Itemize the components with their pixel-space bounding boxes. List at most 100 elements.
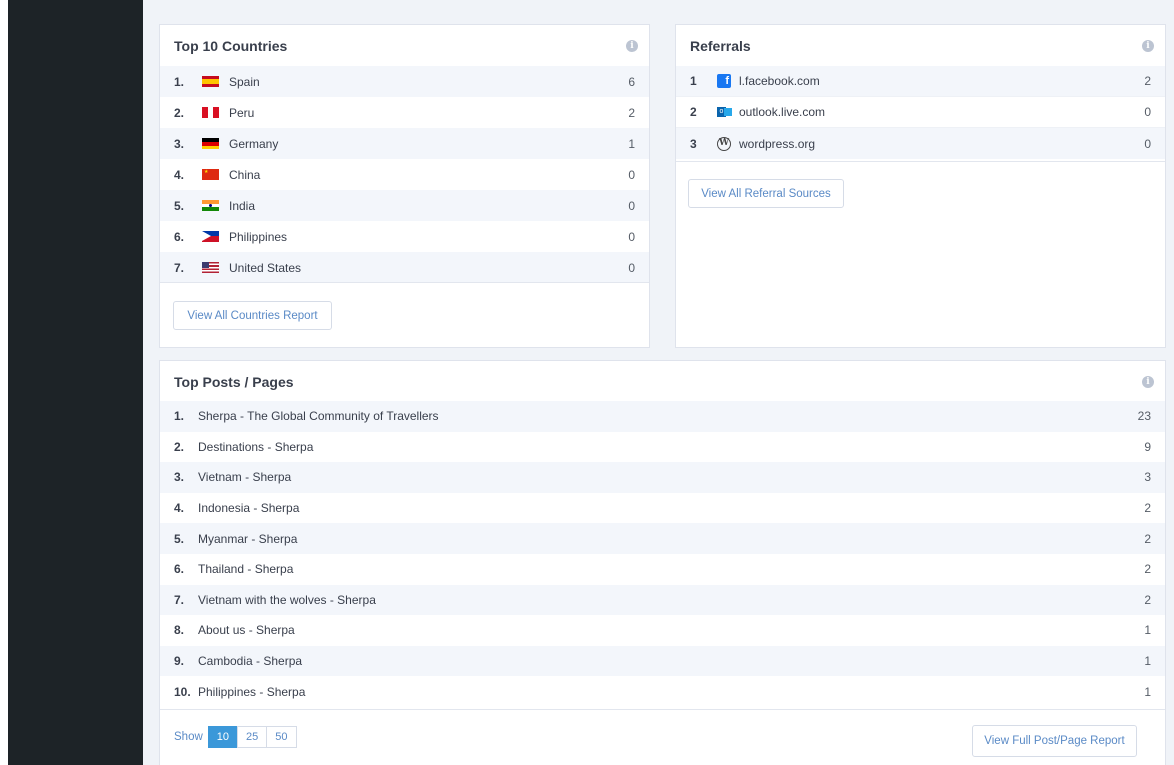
referral-source[interactable]: wordpress.org bbox=[739, 137, 1144, 151]
country-count: 0 bbox=[628, 260, 635, 275]
view-all-referrals-button[interactable]: View All Referral Sources bbox=[688, 179, 844, 208]
wordpress-icon: W bbox=[717, 136, 731, 151]
table-row: 2 o outlook.live.com 0 bbox=[676, 97, 1165, 128]
view-all-countries-button[interactable]: View All Countries Report bbox=[173, 301, 332, 330]
divider bbox=[160, 709, 1165, 710]
table-row: 8. About us - Sherpa 1 bbox=[160, 615, 1165, 646]
page-size-25[interactable]: 25 bbox=[237, 726, 268, 748]
table-row: 10. Philippines - Sherpa 1 bbox=[160, 676, 1165, 707]
post-views: 2 bbox=[1144, 592, 1151, 607]
post-title[interactable]: Cambodia - Sherpa bbox=[198, 654, 1144, 668]
country-name: Philippines bbox=[229, 229, 288, 244]
facebook-icon: f bbox=[717, 74, 731, 88]
post-title[interactable]: Myanmar - Sherpa bbox=[198, 532, 1144, 546]
referral-count: 0 bbox=[1144, 105, 1151, 119]
post-views: 9 bbox=[1144, 439, 1151, 454]
table-row: 1. Sherpa - The Global Community of Trave… bbox=[160, 401, 1165, 432]
row-rank: 8. bbox=[174, 623, 185, 638]
table-row: 3. Germany 1 bbox=[160, 128, 649, 159]
outlook-icon: o bbox=[717, 105, 732, 119]
post-title[interactable]: Sherpa - The Global Community of Travell… bbox=[198, 409, 1138, 423]
table-row: 6. Philippines 0 bbox=[160, 221, 649, 252]
referrals-title: Referrals bbox=[690, 38, 751, 54]
country-name: Germany bbox=[229, 136, 279, 151]
flag-es-icon bbox=[202, 76, 219, 87]
view-full-report-button[interactable]: View Full Post/Page Report bbox=[972, 725, 1137, 757]
admin-sidebar bbox=[0, 0, 143, 765]
row-rank: 4. bbox=[174, 501, 185, 516]
row-rank: 6. bbox=[174, 562, 185, 577]
row-rank: 1. bbox=[174, 409, 185, 424]
posts-list: 1. Sherpa - The Global Community of Trave… bbox=[160, 401, 1165, 707]
flag-us-icon bbox=[202, 262, 219, 273]
row-rank: 4. bbox=[174, 167, 185, 182]
show-label: Show bbox=[174, 731, 203, 743]
country-name: China bbox=[229, 167, 261, 182]
post-title[interactable]: Vietnam - Sherpa bbox=[198, 470, 1144, 484]
table-row: 6. Thailand - Sherpa 2 bbox=[160, 554, 1165, 585]
table-row: 5. India 0 bbox=[160, 190, 649, 221]
country-name: Peru bbox=[229, 105, 255, 120]
countries-panel: Top 10 Countries i 1. Spain 6 2. Peru 2 3. Germ… bbox=[159, 24, 650, 348]
page-size-10[interactable]: 10 bbox=[207, 726, 239, 748]
row-rank: 2. bbox=[174, 439, 185, 454]
post-title[interactable]: Vietnam with the wolves - Sherpa bbox=[198, 593, 1144, 607]
post-views: 2 bbox=[1144, 562, 1151, 577]
countries-list: 1. Spain 6 2. Peru 2 3. Germany 1 4. ★ China 0 5. Indi… bbox=[160, 66, 649, 283]
posts-title: Top Posts / Pages bbox=[174, 374, 294, 390]
info-icon[interactable]: i bbox=[626, 40, 638, 52]
row-rank: 5. bbox=[174, 198, 185, 213]
main-content: Top 10 Countries i 1. Spain 6 2. Peru 2 3. Germ… bbox=[143, 0, 1174, 765]
post-title[interactable]: Destinations - Sherpa bbox=[198, 440, 1144, 454]
row-rank: 3 bbox=[690, 136, 697, 151]
country-count: 2 bbox=[628, 105, 635, 120]
row-rank: 5. bbox=[174, 531, 185, 546]
row-rank: 3. bbox=[174, 136, 185, 151]
flag-in-icon bbox=[202, 200, 219, 211]
row-rank: 1. bbox=[174, 74, 185, 89]
table-row: 2. Peru 2 bbox=[160, 97, 649, 128]
post-title[interactable]: Thailand - Sherpa bbox=[198, 562, 1144, 576]
table-row: 3 Wwordpress.org 0 bbox=[676, 128, 1165, 159]
referral-source[interactable]: l.facebook.com bbox=[739, 74, 1144, 88]
divider bbox=[676, 161, 1165, 162]
row-rank: 3. bbox=[174, 470, 185, 485]
flag-cn-icon: ★ bbox=[202, 169, 219, 180]
table-row: 4. Indonesia - Sherpa 2 bbox=[160, 493, 1165, 524]
table-row: 7. United States 0 bbox=[160, 252, 649, 283]
country-count: 6 bbox=[628, 74, 635, 89]
country-count: 0 bbox=[628, 229, 635, 244]
table-row: 7. Vietnam with the wolves - Sherpa 2 bbox=[160, 584, 1165, 616]
row-rank: 1 bbox=[690, 74, 697, 88]
row-rank: 2 bbox=[690, 105, 697, 119]
info-icon[interactable]: i bbox=[1142, 40, 1154, 52]
post-title[interactable]: Indonesia - Sherpa bbox=[198, 501, 1144, 515]
row-rank: 10. bbox=[174, 684, 191, 699]
post-views: 1 bbox=[1144, 654, 1151, 669]
referral-count: 2 bbox=[1144, 74, 1151, 88]
table-row: 1 f l.facebook.com 2 bbox=[676, 66, 1165, 97]
post-views: 1 bbox=[1144, 623, 1151, 638]
country-name: India bbox=[229, 198, 256, 213]
countries-title: Top 10 Countries bbox=[174, 38, 288, 54]
referral-count: 0 bbox=[1144, 136, 1151, 151]
flag-ph-icon bbox=[202, 231, 219, 242]
table-row: 9. Cambodia - Sherpa 1 bbox=[160, 645, 1165, 677]
table-row: 1. Spain 6 bbox=[160, 66, 649, 97]
post-title[interactable]: Philippines - Sherpa bbox=[198, 685, 1144, 699]
page-size-50[interactable]: 50 bbox=[266, 726, 297, 748]
table-row: 3. Vietnam - Sherpa 3 bbox=[160, 462, 1165, 493]
info-icon[interactable]: i bbox=[1142, 376, 1154, 388]
referral-source[interactable]: outlook.live.com bbox=[739, 105, 1144, 119]
post-views: 3 bbox=[1144, 470, 1151, 485]
sidebar-edge bbox=[0, 0, 8, 765]
row-rank: 6. bbox=[174, 229, 185, 244]
post-title[interactable]: About us - Sherpa bbox=[198, 623, 1144, 637]
row-rank: 7. bbox=[174, 260, 185, 275]
table-row: 2. Destinations - Sherpa 9 bbox=[160, 432, 1165, 463]
referrals-list: 1 f l.facebook.com 2 2 o outlook.live.com 0 3 Wwo… bbox=[676, 66, 1165, 159]
row-rank: 2. bbox=[174, 105, 185, 120]
posts-panel: Top Posts / Pages i 1. Sherpa - The Globa… bbox=[159, 360, 1166, 765]
table-row: 5. Myanmar - Sherpa 2 bbox=[160, 523, 1165, 554]
country-name: United States bbox=[229, 260, 302, 275]
